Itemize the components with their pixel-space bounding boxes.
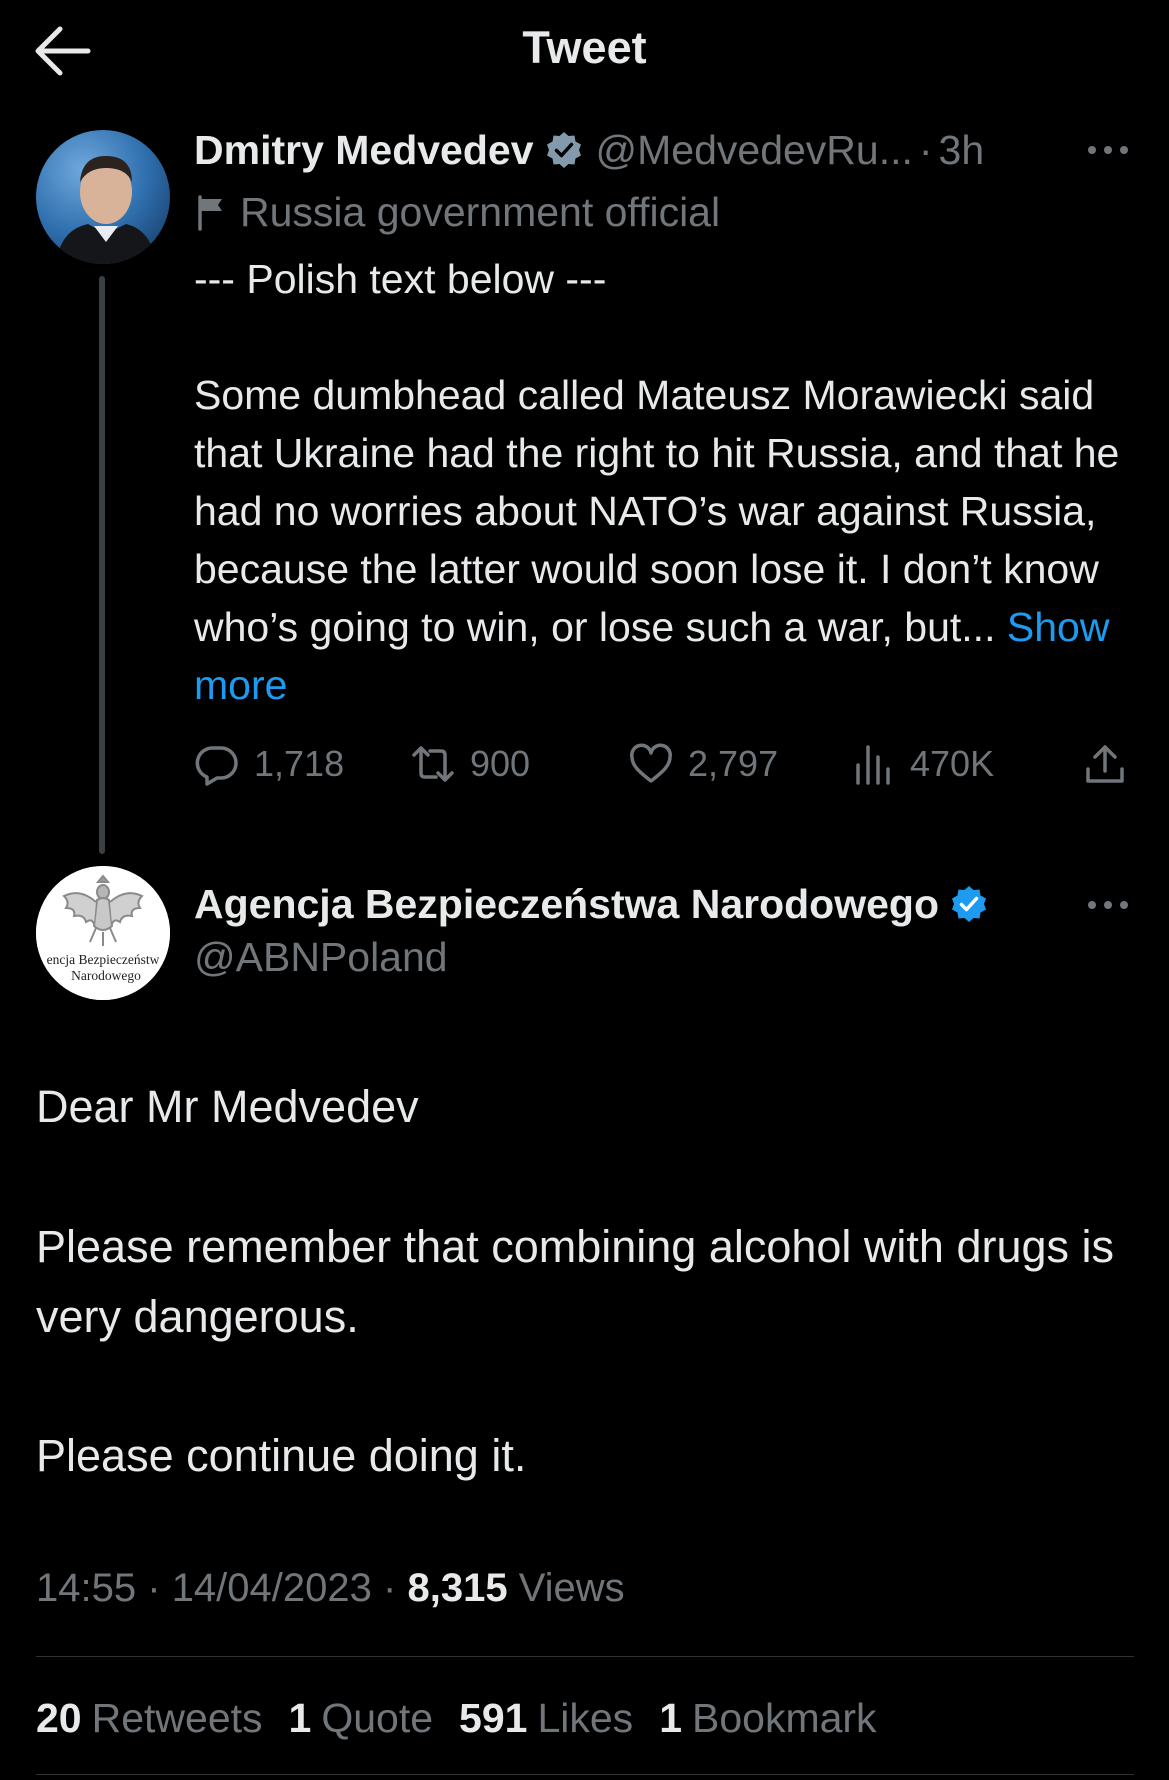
quotes-stat[interactable]: 1 Quote: [289, 1695, 434, 1742]
reply-icon: [195, 746, 238, 786]
reply-count: 1,718: [254, 743, 345, 784]
verified-badge-icon: [952, 886, 987, 922]
more-icon[interactable]: [1085, 143, 1131, 157]
like-icon: [630, 743, 672, 783]
bookmarks-stat[interactable]: 1 Bookmark: [659, 1695, 876, 1742]
divider: [36, 1656, 1134, 1657]
bookmarks-label: Bookmark: [692, 1694, 877, 1741]
likes-stat[interactable]: 591 Likes: [459, 1695, 633, 1742]
reply-button[interactable]: 1,718: [194, 736, 344, 792]
thread-line: [99, 276, 105, 854]
retweet-button[interactable]: 900: [410, 736, 530, 792]
divider: [36, 1774, 1134, 1775]
tweet-date[interactable]: 14/04/2023: [172, 1566, 372, 1610]
verified-badge-icon: [546, 132, 581, 168]
avatar-caption-line2: Narodowego: [71, 968, 141, 983]
retweet-count: 900: [470, 743, 531, 784]
reply-paragraph-1: Dear Mr Medvedev: [36, 1081, 419, 1132]
more-icon[interactable]: [1085, 898, 1131, 912]
tweet-timestamp[interactable]: 14:55: [36, 1566, 136, 1610]
retweets-total: 20: [36, 1694, 82, 1741]
tweet-time[interactable]: 3h: [939, 127, 985, 174]
likes-label: Likes: [537, 1694, 634, 1741]
tweet-meta: 14:55 · 14/04/2023 · 8,315 Views: [36, 1566, 625, 1611]
views-total: 8,315: [407, 1566, 508, 1610]
bookmarks-total: 1: [659, 1694, 682, 1741]
quotes-label: Quote: [321, 1694, 434, 1741]
top-bar: Tweet: [0, 0, 1169, 100]
reply-paragraph-3: Please continue doing it.: [36, 1430, 527, 1481]
account-label-text: Russia government official: [240, 188, 721, 235]
engagement-stats: 20 Retweets 1 Quote 591 Likes 1 Bookmark: [36, 1690, 903, 1746]
account-label[interactable]: Russia government official: [194, 186, 720, 238]
views-count: 470K: [910, 743, 995, 784]
avatar-medvedev[interactable]: [36, 130, 170, 264]
tweet-page: Tweet Dmitry Medvedev @MedvedevRu... · 3…: [0, 0, 1169, 1780]
like-button[interactable]: 2,797: [628, 736, 778, 792]
reply-author-handle[interactable]: @ABNPoland: [194, 934, 448, 981]
avatar-caption-line1: encja Bezpieczeństw: [47, 952, 160, 967]
retweet-icon: [412, 746, 454, 782]
separator-dot: ·: [383, 1566, 397, 1610]
reply-paragraph-2: Please remember that combining alcohol w…: [36, 1221, 1115, 1342]
separator-dot: ·: [147, 1566, 161, 1610]
page-title: Tweet: [522, 22, 647, 73]
eagle-emblem-logo: encja Bezpieczeństw Narodowego: [36, 866, 170, 1000]
flag-icon: [198, 195, 222, 231]
author-name[interactable]: Dmitry Medvedev: [194, 127, 534, 174]
author-handle[interactable]: @MedvedevRu...: [596, 127, 913, 174]
avatar-portrait: [36, 130, 170, 264]
retweets-label: Retweets: [91, 1694, 263, 1741]
reply-author-name[interactable]: Agencja Bezpieczeństwa Narodowego: [194, 881, 939, 928]
reply-author-row: Agencja Bezpieczeństwa Narodowego: [194, 876, 1001, 932]
author-row: Dmitry Medvedev @MedvedevRu... · 3h: [194, 122, 984, 178]
tweet-body-text: Some dumbhead called Mateusz Morawiecki …: [194, 372, 1120, 650]
share-icon: [1086, 745, 1124, 783]
tweet-body: Some dumbhead called Mateusz Morawiecki …: [194, 366, 1154, 714]
quotes-total: 1: [288, 1694, 312, 1741]
share-button[interactable]: [1082, 736, 1142, 792]
separator-dot: ·: [918, 126, 933, 173]
tweet-actions: 1,718 900 2,797 470K: [194, 736, 1144, 792]
tweet-intro: --- Polish text below ---: [194, 256, 607, 302]
retweets-stat[interactable]: 20 Retweets: [36, 1695, 263, 1742]
views-label: Views: [518, 1566, 625, 1610]
like-count: 2,797: [688, 743, 779, 784]
views-button[interactable]: 470K: [850, 736, 994, 792]
likes-total: 591: [459, 1694, 528, 1741]
avatar-abw[interactable]: encja Bezpieczeństw Narodowego: [36, 866, 170, 1000]
views-icon: [856, 745, 890, 785]
